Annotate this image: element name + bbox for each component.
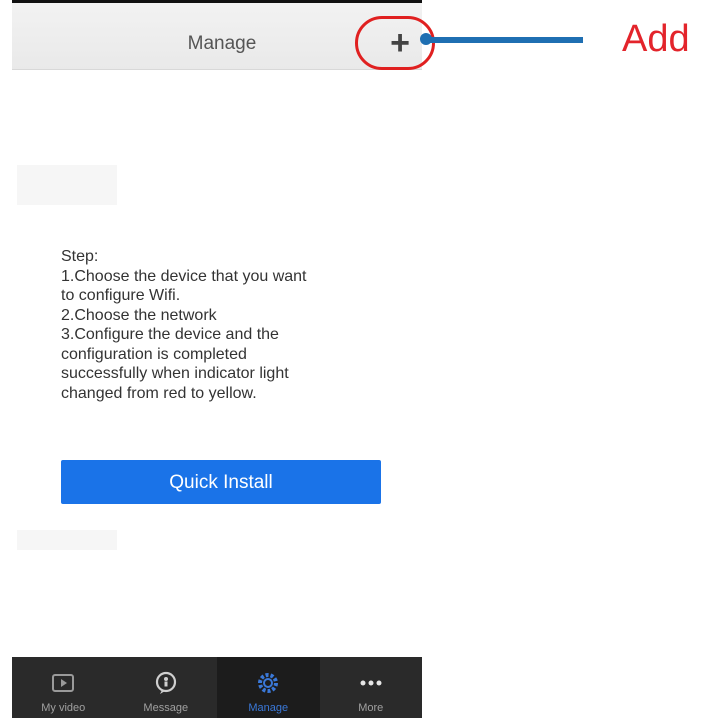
faded-block xyxy=(17,165,117,205)
app-screen: Manage + Step: 1.Choose the device that … xyxy=(12,0,422,718)
step-line: successfully when indicator light xyxy=(61,365,289,382)
add-callout-label: Add xyxy=(622,18,690,60)
step-line: changed from red to yellow. xyxy=(61,384,257,402)
step-line: to configure Wifi. xyxy=(61,287,181,304)
tab-label: Manage xyxy=(248,702,289,714)
faded-block xyxy=(17,530,117,550)
step-line: configuration is completed xyxy=(61,345,247,363)
setup-steps: Step: 1.Choose the device that you want … xyxy=(61,247,391,403)
callout-pointer-line xyxy=(428,37,583,43)
message-icon xyxy=(151,668,181,698)
tab-message[interactable]: Message xyxy=(115,657,218,718)
step-line: 2.Choose the network xyxy=(61,306,217,324)
step-line: 3.Configure the device and the xyxy=(61,326,279,343)
quick-install-button[interactable]: Quick Install xyxy=(61,460,381,504)
tab-label: More xyxy=(358,702,384,714)
video-icon xyxy=(48,668,78,698)
more-icon xyxy=(356,668,386,698)
tab-my-video[interactable]: My video xyxy=(12,657,115,718)
step-line: Step: xyxy=(61,248,99,265)
bottom-tab-bar: My video Message Manage More xyxy=(12,657,422,718)
step-line: 1.Choose the device that you want xyxy=(61,267,307,285)
tab-manage[interactable]: Manage xyxy=(217,657,320,718)
tab-label: Message xyxy=(143,702,189,714)
gear-icon xyxy=(253,668,283,698)
tab-label: My video xyxy=(41,702,86,714)
tab-more[interactable]: More xyxy=(320,657,423,718)
